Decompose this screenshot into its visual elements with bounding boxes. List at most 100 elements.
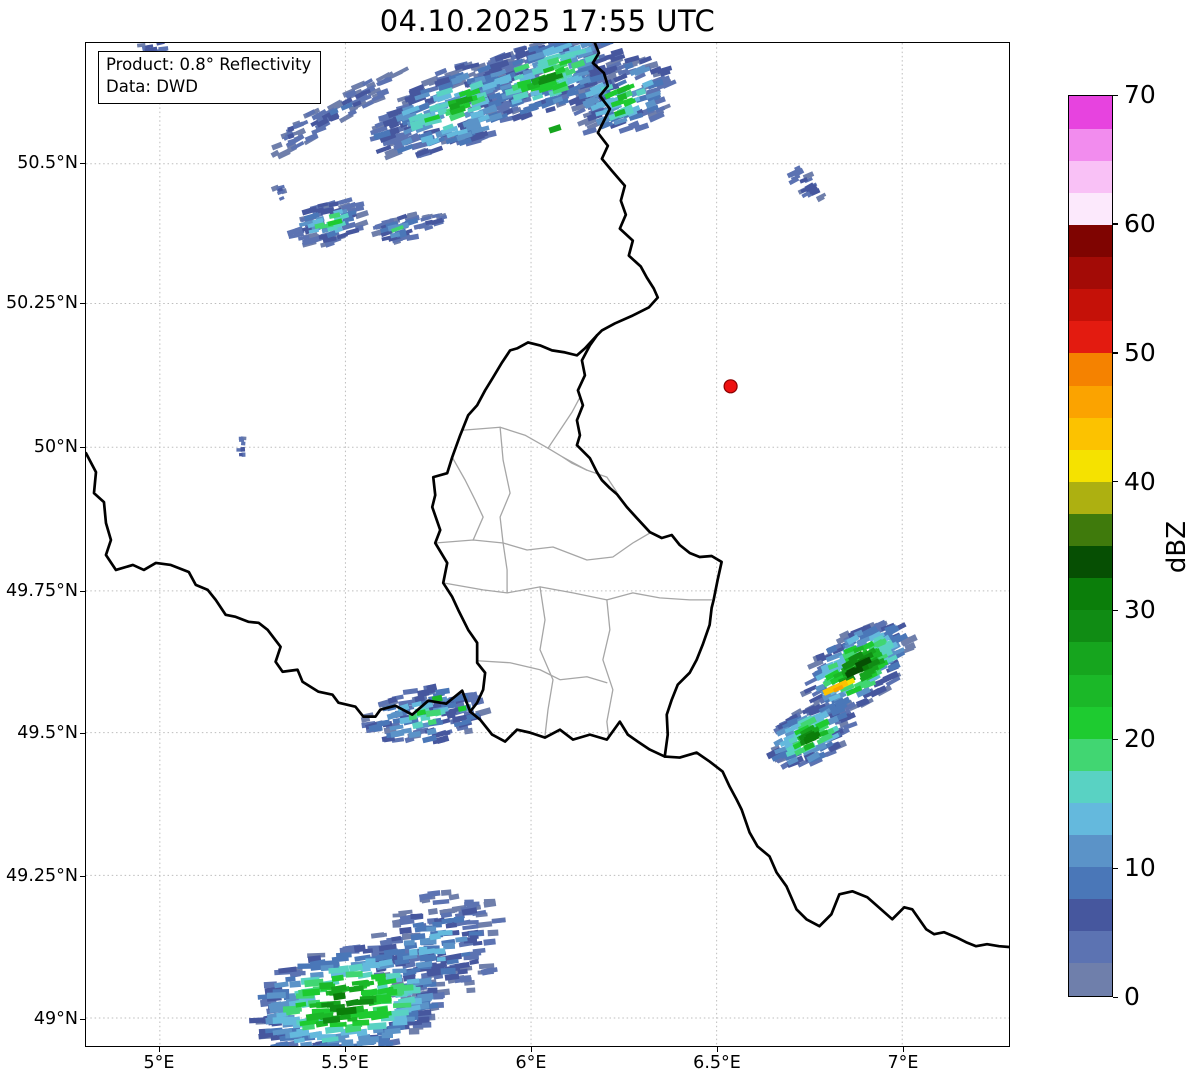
radar-bin (289, 981, 301, 988)
colorbar-tick-mark (1113, 352, 1118, 353)
radar-bin (332, 956, 349, 963)
radar-bin (386, 973, 401, 979)
radar-bin (287, 126, 294, 132)
canton-border (540, 587, 553, 736)
canton-border (503, 543, 507, 593)
colorbar (1068, 95, 1113, 997)
colorbar-unit-label: dBZ (1161, 516, 1193, 578)
radar-bin (393, 923, 402, 927)
radar-bin (156, 43, 165, 46)
y-tick-mark (80, 447, 85, 448)
radar-bin (346, 971, 363, 978)
radar-bin (409, 949, 418, 956)
radar-bin (285, 976, 295, 982)
x-tick-label: 7°E (888, 1053, 919, 1073)
radar-bin (427, 988, 437, 994)
radar-figure: 04.10.2025 17:55 UTC Product: 0.8° Refle… (0, 0, 1202, 1081)
radar-bin (426, 926, 436, 931)
radar-bin (470, 951, 482, 956)
colorbar-tick-label: 0 (1124, 982, 1140, 1012)
colorbar-segment (1069, 578, 1112, 611)
location-marker-dot (724, 380, 737, 393)
colorbar-tick-mark (1113, 997, 1118, 998)
product-info-box: Product: 0.8° Reflectivity Data: DWD (98, 51, 321, 104)
canton-border (477, 661, 607, 683)
radar-bin (441, 968, 456, 975)
colorbar-segment (1069, 96, 1112, 129)
canton-border (443, 583, 711, 600)
radar-bin (240, 447, 245, 452)
radar-map-canvas (86, 43, 1009, 1046)
france-belgium-border (86, 453, 470, 716)
colorbar-segment (1069, 481, 1112, 514)
colorbar-segment (1069, 513, 1112, 546)
colorbar-segment (1069, 417, 1112, 450)
x-tick-label: 5°E (144, 1053, 175, 1073)
radar-bin (403, 688, 418, 695)
radar-bin (434, 948, 445, 954)
radar-bin (437, 957, 446, 962)
product-info-line2: Data: DWD (106, 76, 311, 98)
colorbar-segment (1069, 706, 1112, 739)
radar-bin (462, 924, 478, 930)
y-tick-mark (80, 303, 85, 304)
y-tick-label: 50.5°N (0, 152, 78, 174)
x-tick-mark (345, 1047, 346, 1052)
colorbar-tick-mark (1113, 95, 1118, 96)
radar-bin (239, 453, 243, 456)
radar-echoes (137, 43, 918, 1046)
radar-bin (428, 908, 438, 915)
colorbar-segment (1069, 738, 1112, 771)
colorbar-segment (1069, 963, 1112, 996)
colorbar-segment (1069, 770, 1112, 803)
colorbar-segment (1069, 802, 1112, 835)
y-tick-mark (80, 1019, 85, 1020)
colorbar-segment (1069, 353, 1112, 386)
figure-title: 04.10.2025 17:55 UTC (85, 4, 1010, 38)
radar-bin (399, 927, 412, 934)
colorbar-tick-label: 50 (1124, 338, 1156, 368)
radar-bin (241, 441, 245, 445)
x-tick-label: 6°E (516, 1053, 547, 1073)
y-tick-mark (80, 876, 85, 877)
x-tick-mark (531, 1047, 532, 1052)
x-tick-label: 5.5°E (321, 1053, 369, 1073)
radar-bin (410, 914, 423, 919)
radar-bin (420, 954, 436, 961)
colorbar-segment (1069, 224, 1112, 257)
colorbar-tick-mark (1113, 868, 1118, 869)
colorbar-segment (1069, 257, 1112, 290)
radar-bin (328, 967, 343, 973)
colorbar-tick-mark (1113, 610, 1118, 611)
radar-bin (417, 689, 429, 697)
colorbar-tick-label: 30 (1124, 595, 1156, 625)
colorbar-segment (1069, 385, 1112, 418)
x-tick-mark (717, 1047, 718, 1052)
y-tick-mark (80, 733, 85, 734)
colorbar-segment (1069, 321, 1112, 354)
y-tick-label: 49.75°N (0, 580, 78, 602)
radar-bin (404, 940, 415, 946)
colorbar-tick-label: 70 (1124, 80, 1156, 110)
radar-bin (355, 999, 374, 1005)
radar-bin (469, 931, 483, 935)
y-tick-label: 50.25°N (0, 292, 78, 314)
colorbar-segment (1069, 899, 1112, 932)
y-tick-mark (80, 591, 85, 592)
radar-bin (548, 124, 561, 133)
radar-bin (392, 968, 406, 973)
colorbar-segment (1069, 867, 1112, 900)
canton-borders (435, 397, 711, 738)
radar-bin (433, 899, 450, 905)
colorbar-segment (1069, 160, 1112, 193)
y-tick-label: 49.5°N (0, 722, 78, 744)
radar-bin (367, 1022, 387, 1030)
colorbar-segment (1069, 931, 1112, 964)
x-tick-mark (903, 1047, 904, 1052)
y-tick-label: 49.25°N (0, 865, 78, 887)
y-tick-mark (80, 163, 85, 164)
colorbar-segment (1069, 610, 1112, 643)
canton-border (435, 533, 650, 560)
colorbar-tick-mark (1113, 223, 1118, 224)
radar-bin (429, 146, 443, 155)
